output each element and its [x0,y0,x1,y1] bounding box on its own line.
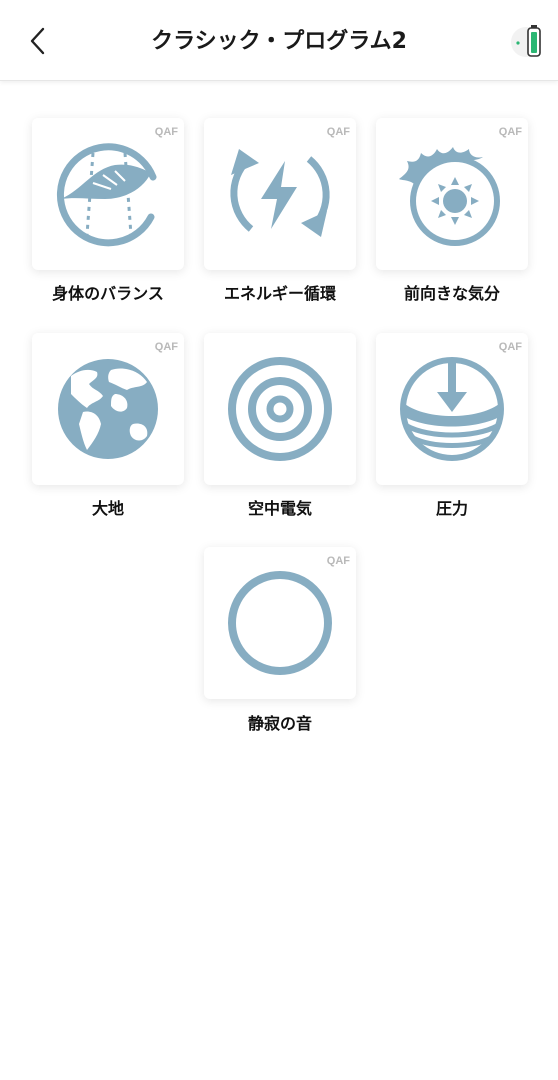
program-label: 静寂の音 [247,714,312,733]
qaf-badge: QAF [326,555,350,567]
program-label: 大地 [91,499,124,518]
program-tile-energy-cycle[interactable]: QAF [204,118,356,270]
qaf-badge: QAF [498,341,522,353]
program-label: エネルギー循環 [223,284,336,303]
qaf-badge: QAF [326,126,350,138]
globe-icon [58,359,158,459]
pressure-icon [400,357,504,461]
sun-mood-icon [399,147,500,246]
program-tile-pressure[interactable]: QAF [376,333,528,485]
program-label: 空中電気 [247,499,312,518]
program-tile-sound-of-silence[interactable]: QAF [204,547,356,699]
target-icon [228,357,332,461]
program-tile-positive-mood[interactable]: QAF [376,118,528,270]
leaf-balance-icon [56,143,157,247]
program-label: 身体のバランス [52,284,164,303]
program-tile-earth[interactable]: QAF [32,333,184,485]
program-label: 前向きな気分 [403,284,500,303]
qaf-badge: QAF [154,341,178,353]
lightning-cycle-icon [230,149,330,237]
program-label: 圧力 [435,499,468,518]
program-tile-body-balance[interactable]: QAF [32,118,184,270]
qaf-badge: QAF [498,126,522,138]
program-tile-air-electricity[interactable] [204,333,356,485]
program-grid: QAF 身体のバランス QAF エネルギー循環 QAF 前向きな気分 QAF 大… [0,0,558,1080]
qaf-badge: QAF [154,126,178,138]
circle-icon [228,571,332,675]
